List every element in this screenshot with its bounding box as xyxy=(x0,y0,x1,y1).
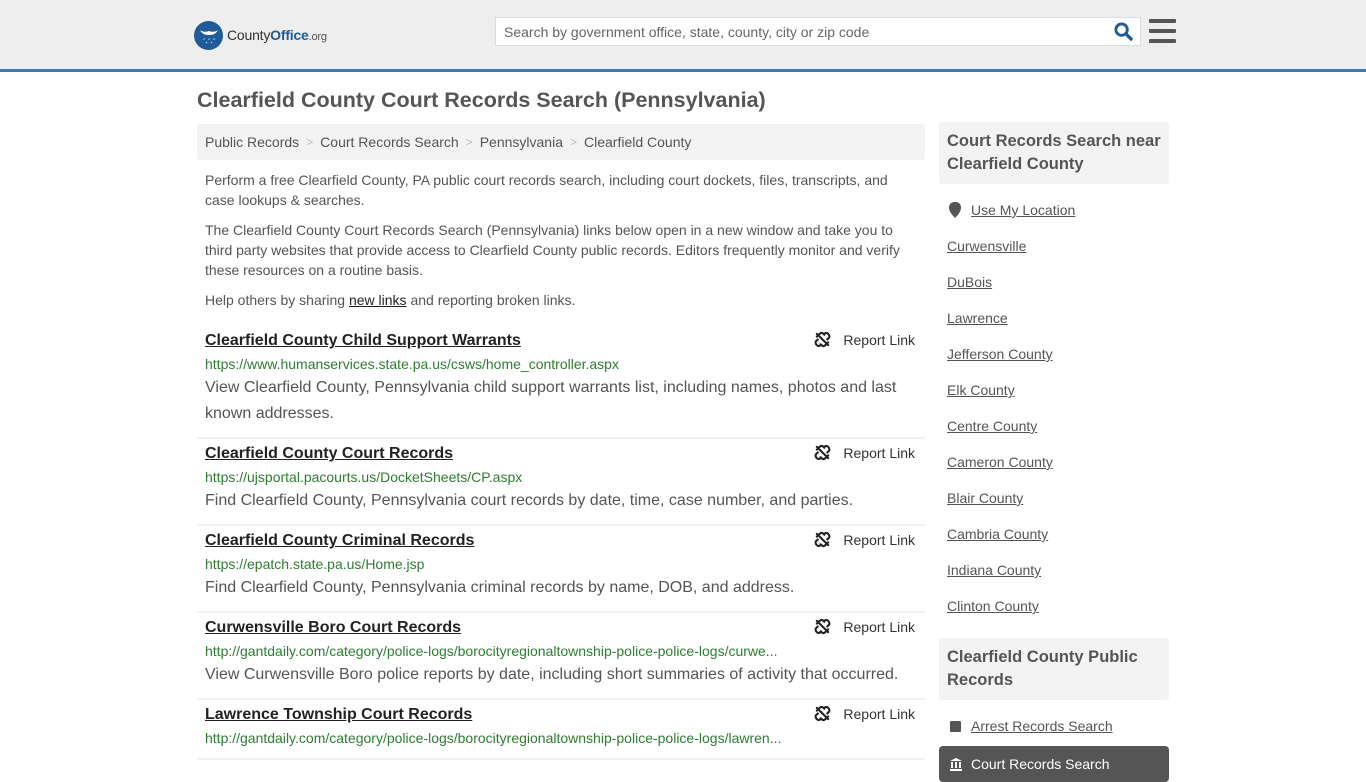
nearby-link-cambria-county[interactable]: Cambria County xyxy=(947,526,1048,542)
nearby-heading: Court Records Search near Clearfield Cou… xyxy=(939,122,1169,184)
intro-text: Perform a free Clearfield County, PA pub… xyxy=(205,170,917,320)
arrest-records-search-link[interactable]: Arrest Records Search xyxy=(971,718,1113,734)
breadcrumb-court-records-search[interactable]: Court Records Search xyxy=(320,134,459,150)
results-list: Clearfield County Child Support Warrants… xyxy=(197,326,925,760)
report-link-button[interactable]: Report Link xyxy=(814,618,915,635)
report-link-button[interactable]: Report Link xyxy=(814,531,915,548)
breadcrumb-public-records[interactable]: Public Records xyxy=(205,134,299,150)
nearby-link-cameron-county[interactable]: Cameron County xyxy=(947,454,1053,470)
nearby-item: Indiana County xyxy=(947,552,1161,588)
result-item: Clearfield County Criminal Records Repor… xyxy=(197,526,925,613)
breadcrumb-separator: > xyxy=(465,135,473,149)
court-records-search-active-item[interactable]: Court Records Search xyxy=(939,746,1169,782)
broken-link-icon xyxy=(814,618,831,635)
broken-link-icon xyxy=(814,444,831,461)
result-description: Find Clearfield County, Pennsylvania cri… xyxy=(205,579,795,596)
result-description: View Clearfield County, Pennsylvania chi… xyxy=(205,379,897,422)
report-link-button[interactable]: Report Link xyxy=(814,444,915,461)
nearby-item: Clinton County xyxy=(947,588,1161,624)
search-button[interactable] xyxy=(1106,18,1140,45)
result-url: https://epatch.state.pa.us/Home.jsp xyxy=(205,556,425,572)
nearby-item: Centre County xyxy=(947,408,1161,444)
nearby-item: Cameron County xyxy=(947,444,1161,480)
sidebar: Court Records Search near Clearfield Cou… xyxy=(939,122,1169,782)
nearby-link-dubois[interactable]: DuBois xyxy=(947,274,992,290)
nearby-link-elk-county[interactable]: Elk County xyxy=(947,382,1015,398)
breadcrumb-pennsylvania[interactable]: Pennsylvania xyxy=(480,134,563,150)
result-title-link[interactable]: Clearfield County Child Support Warrants xyxy=(205,330,521,352)
report-link-button[interactable]: Report Link xyxy=(814,705,915,722)
result-url: http://gantdaily.com/category/police-log… xyxy=(205,643,778,659)
search-input[interactable] xyxy=(496,18,1106,45)
nearby-list: Use My Location Curwensville DuBois Lawr… xyxy=(939,184,1169,624)
result-url: http://gantdaily.com/category/police-log… xyxy=(205,730,782,746)
courthouse-icon xyxy=(950,758,962,771)
breadcrumb-clearfield-county[interactable]: Clearfield County xyxy=(584,134,691,150)
logo-text: CountyOffice.org xyxy=(227,27,327,43)
public-records-list: Arrest Records Search Court Records Sear… xyxy=(939,700,1169,782)
nearby-link-jefferson-county[interactable]: Jefferson County xyxy=(947,346,1053,362)
report-link-button[interactable]: Report Link xyxy=(814,331,915,348)
broken-link-icon xyxy=(814,531,831,548)
intro-paragraph-3: Help others by sharing new links and rep… xyxy=(205,292,576,308)
intro-paragraph-2: The Clearfield County Court Records Sear… xyxy=(205,222,900,278)
public-record-item: Arrest Records Search xyxy=(939,708,1169,744)
nearby-item: Blair County xyxy=(947,480,1161,516)
hamburger-menu-icon[interactable] xyxy=(1149,19,1176,43)
nearby-link-indiana-county[interactable]: Indiana County xyxy=(947,562,1041,578)
site-logo[interactable]: CountyOffice.org xyxy=(194,20,327,50)
nearby-link-centre-county[interactable]: Centre County xyxy=(947,418,1037,434)
broken-link-icon xyxy=(814,331,831,348)
result-url: https://ujsportal.pacourts.us/DocketShee… xyxy=(205,469,523,485)
public-records-heading: Clearfield County Public Records xyxy=(939,638,1169,700)
result-title-link[interactable]: Clearfield County Court Records xyxy=(205,443,453,465)
use-my-location-link[interactable]: Use My Location xyxy=(971,202,1075,218)
square-icon xyxy=(950,720,961,732)
use-my-location: Use My Location xyxy=(947,192,1161,228)
breadcrumb-separator: > xyxy=(306,135,314,149)
result-item: Clearfield County Child Support Warrants… xyxy=(197,326,925,439)
nearby-link-blair-county[interactable]: Blair County xyxy=(947,490,1023,506)
nearby-link-clinton-county[interactable]: Clinton County xyxy=(947,598,1039,614)
result-description: View Curwensville Boro police reports by… xyxy=(205,666,899,683)
nearby-item: Lawrence xyxy=(947,300,1161,336)
nearby-item: Cambria County xyxy=(947,516,1161,552)
nearby-item: DuBois xyxy=(947,264,1161,300)
result-title-link[interactable]: Clearfield County Criminal Records xyxy=(205,530,474,552)
nearby-link-curwensville[interactable]: Curwensville xyxy=(947,238,1026,254)
result-item: Clearfield County Court Records Report L… xyxy=(197,439,925,526)
nearby-link-lawrence[interactable]: Lawrence xyxy=(947,310,1008,326)
nearby-item: Elk County xyxy=(947,372,1161,408)
result-item: Lawrence Township Court Records Report L… xyxy=(197,700,925,760)
result-title-link[interactable]: Lawrence Township Court Records xyxy=(205,704,472,726)
result-item: Curwensville Boro Court Records Report L… xyxy=(197,613,925,700)
nearby-item: Curwensville xyxy=(947,228,1161,264)
page-title: Clearfield County Court Records Search (… xyxy=(197,88,766,112)
search-bar xyxy=(495,17,1141,46)
logo-eagle-icon xyxy=(194,20,223,50)
nearby-item: Jefferson County xyxy=(947,336,1161,372)
result-description: Find Clearfield County, Pennsylvania cou… xyxy=(205,492,854,509)
breadcrumb-separator: > xyxy=(569,135,577,149)
result-title-link[interactable]: Curwensville Boro Court Records xyxy=(205,617,461,639)
intro-paragraph-1: Perform a free Clearfield County, PA pub… xyxy=(205,172,888,208)
map-pin-icon xyxy=(949,202,961,218)
result-url: https://www.humanservices.state.pa.us/cs… xyxy=(205,356,619,372)
broken-link-icon xyxy=(814,705,831,722)
breadcrumb: Public Records > Court Records Search > … xyxy=(197,124,925,160)
site-header: CountyOffice.org xyxy=(0,0,1366,72)
search-icon xyxy=(1113,22,1133,41)
new-links-link[interactable]: new links xyxy=(349,292,407,308)
